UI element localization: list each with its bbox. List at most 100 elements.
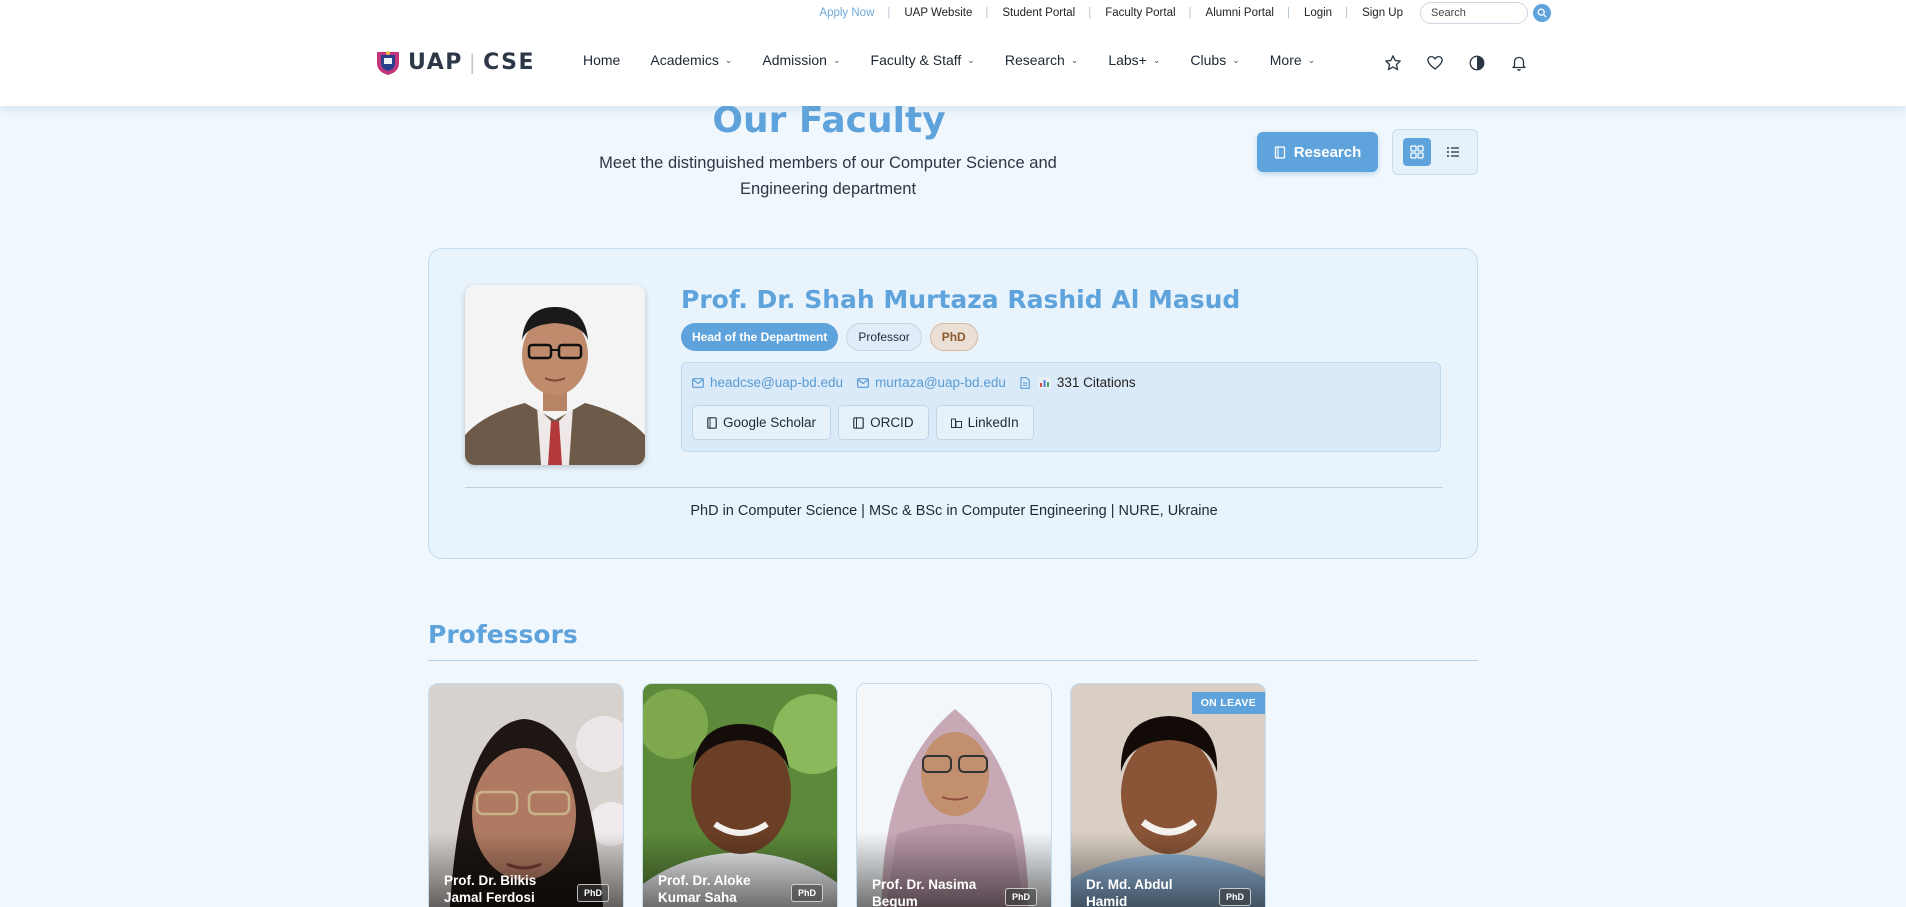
chevron-down-icon: ⌄ — [1152, 54, 1161, 65]
chevron-down-icon: ⌄ — [1307, 54, 1316, 65]
nav-clubs[interactable]: Clubs ⌄ — [1190, 52, 1239, 68]
professor-name: Prof. Dr. Nasima Begum — [872, 877, 977, 907]
nav-faculty-staff-label: Faculty & Staff — [870, 52, 962, 68]
site-header: Apply Now UAP Website Student Portal Fac… — [0, 0, 1906, 106]
degree-badge: PhD — [791, 884, 823, 902]
professors-heading: Professors — [428, 620, 578, 649]
grid-view-button[interactable] — [1403, 138, 1431, 166]
search-input[interactable] — [1420, 2, 1528, 24]
head-of-department-card: Prof. Dr. Shah Murtaza Rashid Al Masud H… — [428, 248, 1478, 559]
email-item[interactable]: murtaza@uap-bd.edu — [857, 375, 1006, 390]
list-view-button[interactable] — [1439, 138, 1467, 166]
professor-name: Prof. Dr. Bilkis Jamal Ferdosi — [444, 873, 537, 905]
head-photo — [465, 285, 645, 465]
header-actions — [1382, 52, 1550, 74]
orcid-button[interactable]: ORCID — [838, 405, 929, 440]
logo-uap-text: UAP — [408, 49, 463, 75]
apply-now-link[interactable]: Apply Now — [804, 7, 889, 19]
professor-card[interactable]: Prof. Dr. Aloke Kumar Saha PhD — [642, 683, 838, 907]
on-leave-badge: ON LEAVE — [1191, 692, 1265, 714]
signup-link[interactable]: Sign Up — [1345, 7, 1418, 19]
chevron-down-icon: ⌄ — [967, 54, 975, 65]
linkedin-button[interactable]: LinkedIn — [935, 405, 1034, 440]
chevron-down-icon: ⌄ — [1232, 54, 1240, 65]
contact-row: headcse@uap-bd.edu murtaza@uap-bd.edu 33… — [692, 375, 1150, 390]
nav-labs-label: Labs+ — [1108, 52, 1147, 68]
head-education: PhD in Computer Science | MSc & BSc in C… — [690, 503, 1218, 519]
citations-item: 331 Citations — [1020, 375, 1136, 390]
nav-research[interactable]: Research ⌄ — [1005, 52, 1078, 68]
head-portrait-image — [465, 285, 645, 465]
nav-faculty-staff[interactable]: Faculty & Staff ⌄ — [871, 52, 975, 68]
nav-more[interactable]: More ⌄ — [1270, 52, 1315, 68]
linkedin-label: LinkedIn — [967, 415, 1019, 430]
orcid-label: ORCID — [870, 415, 914, 430]
view-toggle — [1392, 129, 1478, 175]
id-card-icon — [853, 416, 864, 429]
professor-card[interactable]: Prof. Dr. Nasima Begum PhD — [856, 683, 1052, 907]
mail-icon — [857, 377, 869, 388]
search-button[interactable] — [1533, 4, 1551, 22]
profile-links: Google Scholar ORCID LinkedIn — [692, 405, 1034, 440]
google-scholar-label: Google Scholar — [723, 415, 817, 430]
login-link[interactable]: Login — [1287, 7, 1347, 19]
nav-admission-label: Admission — [762, 52, 827, 68]
grid-icon — [1410, 145, 1424, 159]
nav-home[interactable]: Home — [583, 52, 620, 68]
book-icon — [1274, 145, 1285, 159]
nav-research-label: Research — [1004, 52, 1065, 68]
citations-count: 331 Citations — [1056, 375, 1136, 390]
nav-admission[interactable]: Admission ⌄ — [762, 52, 840, 68]
search-box — [1420, 2, 1551, 24]
alumni-portal-link[interactable]: Alumni Portal — [1189, 7, 1289, 19]
chevron-down-icon: ⌄ — [832, 54, 841, 65]
professor-name: Prof. Dr. Aloke Kumar Saha — [658, 873, 751, 905]
nav-home-label: Home — [583, 52, 621, 68]
bar-chart-icon — [1037, 376, 1051, 389]
uap-website-link[interactable]: UAP Website — [887, 7, 987, 19]
head-badges: Head of the Department Professor PhD — [681, 323, 978, 351]
role-badge: Head of the Department — [681, 323, 839, 351]
main-nav: Home Academics ⌄ Admission ⌄ Faculty & Sta… — [583, 52, 1345, 68]
star-icon — [1385, 55, 1401, 71]
heart-icon — [1427, 55, 1443, 70]
professor-card[interactable]: ON LEAVE Dr. Md. Abdul Hamid PhD — [1070, 683, 1266, 907]
notifications-button[interactable] — [1508, 52, 1530, 74]
professor-cards: Prof. Dr. Bilkis Jamal Ferdosi PhD Prof.… — [428, 683, 1266, 907]
page-subtitle: Meet the distinguished members of our Co… — [599, 154, 1057, 198]
research-button[interactable]: Research — [1257, 132, 1378, 172]
site-logo[interactable]: UAP | CSE — [374, 48, 535, 76]
degree-badge: PhD — [929, 323, 978, 351]
uap-crest-icon — [377, 51, 399, 75]
search-icon — [1537, 8, 1547, 18]
nav-clubs-label: Clubs — [1190, 52, 1227, 68]
section-divider — [428, 660, 1478, 661]
student-portal-link[interactable]: Student Portal — [985, 7, 1090, 19]
book-icon — [707, 416, 717, 429]
card-divider — [465, 487, 1443, 488]
chevron-down-icon: ⌄ — [724, 54, 733, 65]
theme-toggle-button[interactable] — [1466, 52, 1488, 74]
email-link[interactable]: murtaza@uap-bd.edu — [875, 375, 1006, 390]
head-name: Prof. Dr. Shah Murtaza Rashid Al Masud — [681, 285, 1241, 314]
degree-badge: PhD — [1219, 888, 1251, 906]
nav-academics[interactable]: Academics ⌄ — [650, 52, 732, 68]
contrast-icon — [1469, 55, 1485, 71]
professor-card[interactable]: Prof. Dr. Bilkis Jamal Ferdosi PhD — [428, 683, 624, 907]
contact-box: headcse@uap-bd.edu murtaza@uap-bd.edu 33… — [681, 362, 1441, 452]
nav-labs[interactable]: Labs+ ⌄ — [1108, 52, 1160, 68]
degree-badge: PhD — [577, 884, 609, 902]
building-icon — [950, 418, 962, 428]
faculty-portal-link[interactable]: Faculty Portal — [1088, 7, 1190, 19]
bell-icon — [1512, 56, 1526, 71]
google-scholar-button[interactable]: Google Scholar — [692, 405, 832, 440]
logo-separator: | — [468, 50, 478, 74]
email-link[interactable]: headcse@uap-bd.edu — [710, 375, 843, 390]
email-item[interactable]: headcse@uap-bd.edu — [692, 375, 843, 390]
top-utility-bar: Apply Now UAP Website Student Portal Fac… — [0, 0, 1906, 26]
nav-more-label: More — [1269, 52, 1302, 68]
wishlist-button[interactable] — [1424, 52, 1446, 74]
mail-icon — [692, 377, 704, 388]
favorites-button[interactable] — [1382, 52, 1404, 74]
rank-badge: Professor — [846, 323, 922, 351]
